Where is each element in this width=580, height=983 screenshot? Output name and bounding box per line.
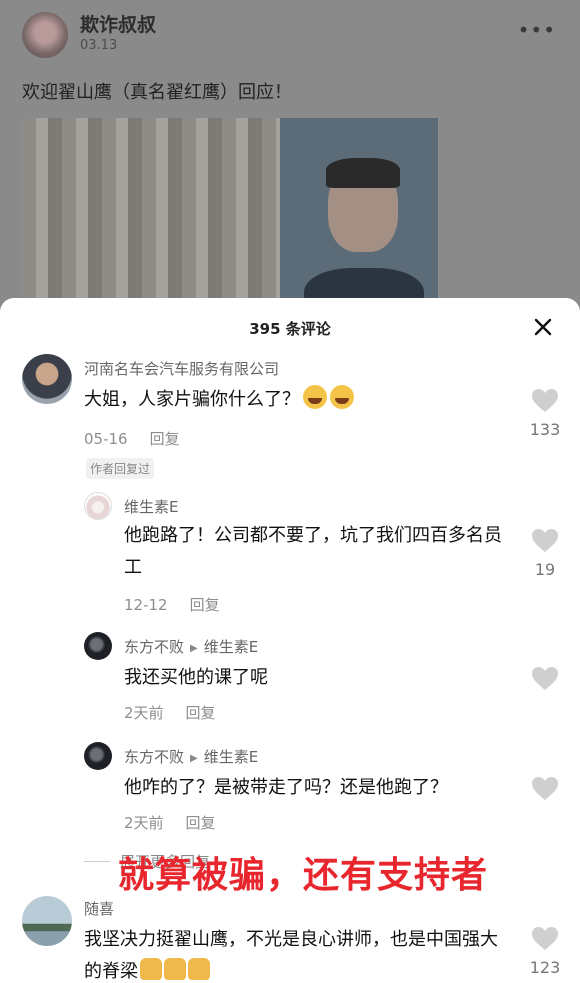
like-button[interactable]: 133 bbox=[527, 388, 563, 439]
commenter-name[interactable]: 东方不败 ▶ 维生素E bbox=[124, 746, 258, 767]
thumbs-up-emoji-icon bbox=[164, 958, 186, 980]
reply-arrow-icon: ▶ bbox=[190, 643, 198, 654]
reply-item: 维生素E 他跑路了！公司都不要了，坑了我们四百多名员工 12-12 回复 19 bbox=[0, 486, 580, 616]
comment-text: 他咋的了？是被带走了吗？还是他跑了？ bbox=[124, 777, 448, 798]
comment-date: 12-12 bbox=[124, 596, 168, 614]
commenter-name[interactable]: 河南名车会汽车服务有限公司 bbox=[84, 358, 279, 379]
like-button[interactable]: 19 bbox=[527, 528, 563, 579]
like-count: 123 bbox=[529, 958, 561, 977]
like-button[interactable] bbox=[527, 666, 563, 692]
heart-icon bbox=[532, 777, 558, 800]
comment-text: 我坚决力挺翟山鹰，不光是良心讲师，也是中国强大的脊梁 bbox=[84, 924, 504, 983]
comment-text: 我还买他的课了呢 bbox=[124, 667, 268, 688]
heart-icon bbox=[532, 529, 558, 552]
thumbs-up-emoji-icon bbox=[140, 958, 162, 980]
like-count: 133 bbox=[529, 420, 561, 439]
avatar[interactable] bbox=[84, 742, 112, 770]
post-date: 03.13 bbox=[80, 38, 118, 53]
laughing-crying-emoji-icon bbox=[330, 385, 354, 409]
comment-item: 河南名车会汽车服务有限公司 大姐，人家片骗你什么了？ 05-16 回复 作者回复过… bbox=[0, 298, 580, 498]
comment-meta: 12-12 回复 bbox=[124, 594, 220, 615]
commenter-name[interactable]: 随喜 bbox=[84, 898, 114, 919]
reply-button[interactable]: 回复 bbox=[190, 596, 220, 614]
more-dots-icon[interactable]: ••• bbox=[518, 18, 556, 42]
reply-to-name: 维生素E bbox=[203, 638, 259, 656]
post-text: 欢迎翟山鹰（真名翟红鹰）回应！ bbox=[22, 82, 292, 103]
heart-icon bbox=[532, 389, 558, 412]
laughing-crying-emoji-icon bbox=[303, 385, 327, 409]
author-replied-badge: 作者回复过 bbox=[86, 458, 155, 479]
reply-item: 东方不败 ▶ 维生素E 我还买他的课了呢 2天前 回复 bbox=[0, 628, 580, 728]
comment-date: 2天前 bbox=[124, 814, 164, 832]
reply-item: 东方不败 ▶ 维生素E 他咋的了？是被带走了吗？还是他跑了？ 2天前 回复 bbox=[0, 738, 580, 838]
comment-meta: 05-16 回复 bbox=[84, 428, 180, 449]
avatar[interactable] bbox=[22, 354, 72, 404]
reply-button[interactable]: 回复 bbox=[186, 814, 216, 832]
comment-meta: 2天前 回复 bbox=[124, 812, 216, 833]
avatar[interactable] bbox=[84, 632, 112, 660]
commenter-name[interactable]: 维生素E bbox=[124, 496, 178, 517]
comment-meta: 2天前 回复 bbox=[124, 702, 216, 723]
thumbs-up-emoji-icon bbox=[188, 958, 210, 980]
commenter-name[interactable]: 东方不败 ▶ 维生素E bbox=[124, 636, 258, 657]
comment-text: 大姐，人家片骗你什么了？ bbox=[84, 384, 504, 416]
avatar[interactable] bbox=[22, 896, 72, 946]
phone-screen-image bbox=[280, 118, 438, 318]
post-video-thumbnail[interactable] bbox=[22, 118, 438, 318]
overlay-caption: 就算被骗，还有支持者 bbox=[118, 855, 489, 896]
background-post: 欺诈叔叔 03.13 ••• 欢迎翟山鹰（真名翟红鹰）回应！ bbox=[0, 0, 580, 320]
reply-button[interactable]: 回复 bbox=[186, 704, 216, 722]
commenter-name-text: 东方不败 bbox=[124, 748, 185, 766]
heart-icon bbox=[532, 667, 558, 690]
like-button[interactable]: 123 bbox=[527, 926, 563, 977]
curtain-image bbox=[22, 118, 280, 318]
avatar[interactable] bbox=[84, 492, 112, 520]
comment-item: 随喜 我坚决力挺翟山鹰，不光是良心讲师，也是中国强大的脊梁 123 bbox=[0, 888, 580, 983]
comment-text-content: 大姐，人家片骗你什么了？ bbox=[84, 389, 300, 410]
reply-to-name: 维生素E bbox=[203, 748, 259, 766]
reply-arrow-icon: ▶ bbox=[190, 753, 198, 764]
comment-text: 他跑路了！公司都不要了，坑了我们四百多名员工 bbox=[124, 525, 502, 578]
reply-button[interactable]: 回复 bbox=[150, 430, 180, 448]
post-author-name[interactable]: 欺诈叔叔 bbox=[80, 10, 156, 37]
comments-sheet: 395 条评论 河南名车会汽车服务有限公司 大姐，人家片骗你什么了？ 05-16… bbox=[0, 298, 580, 983]
heart-icon bbox=[532, 927, 558, 950]
comment-date: 2天前 bbox=[124, 704, 164, 722]
post-author-avatar[interactable] bbox=[22, 12, 68, 58]
like-button[interactable] bbox=[527, 776, 563, 802]
like-count: 19 bbox=[534, 560, 556, 579]
commenter-name-text: 东方不败 bbox=[124, 638, 185, 656]
comment-date: 05-16 bbox=[84, 430, 128, 448]
